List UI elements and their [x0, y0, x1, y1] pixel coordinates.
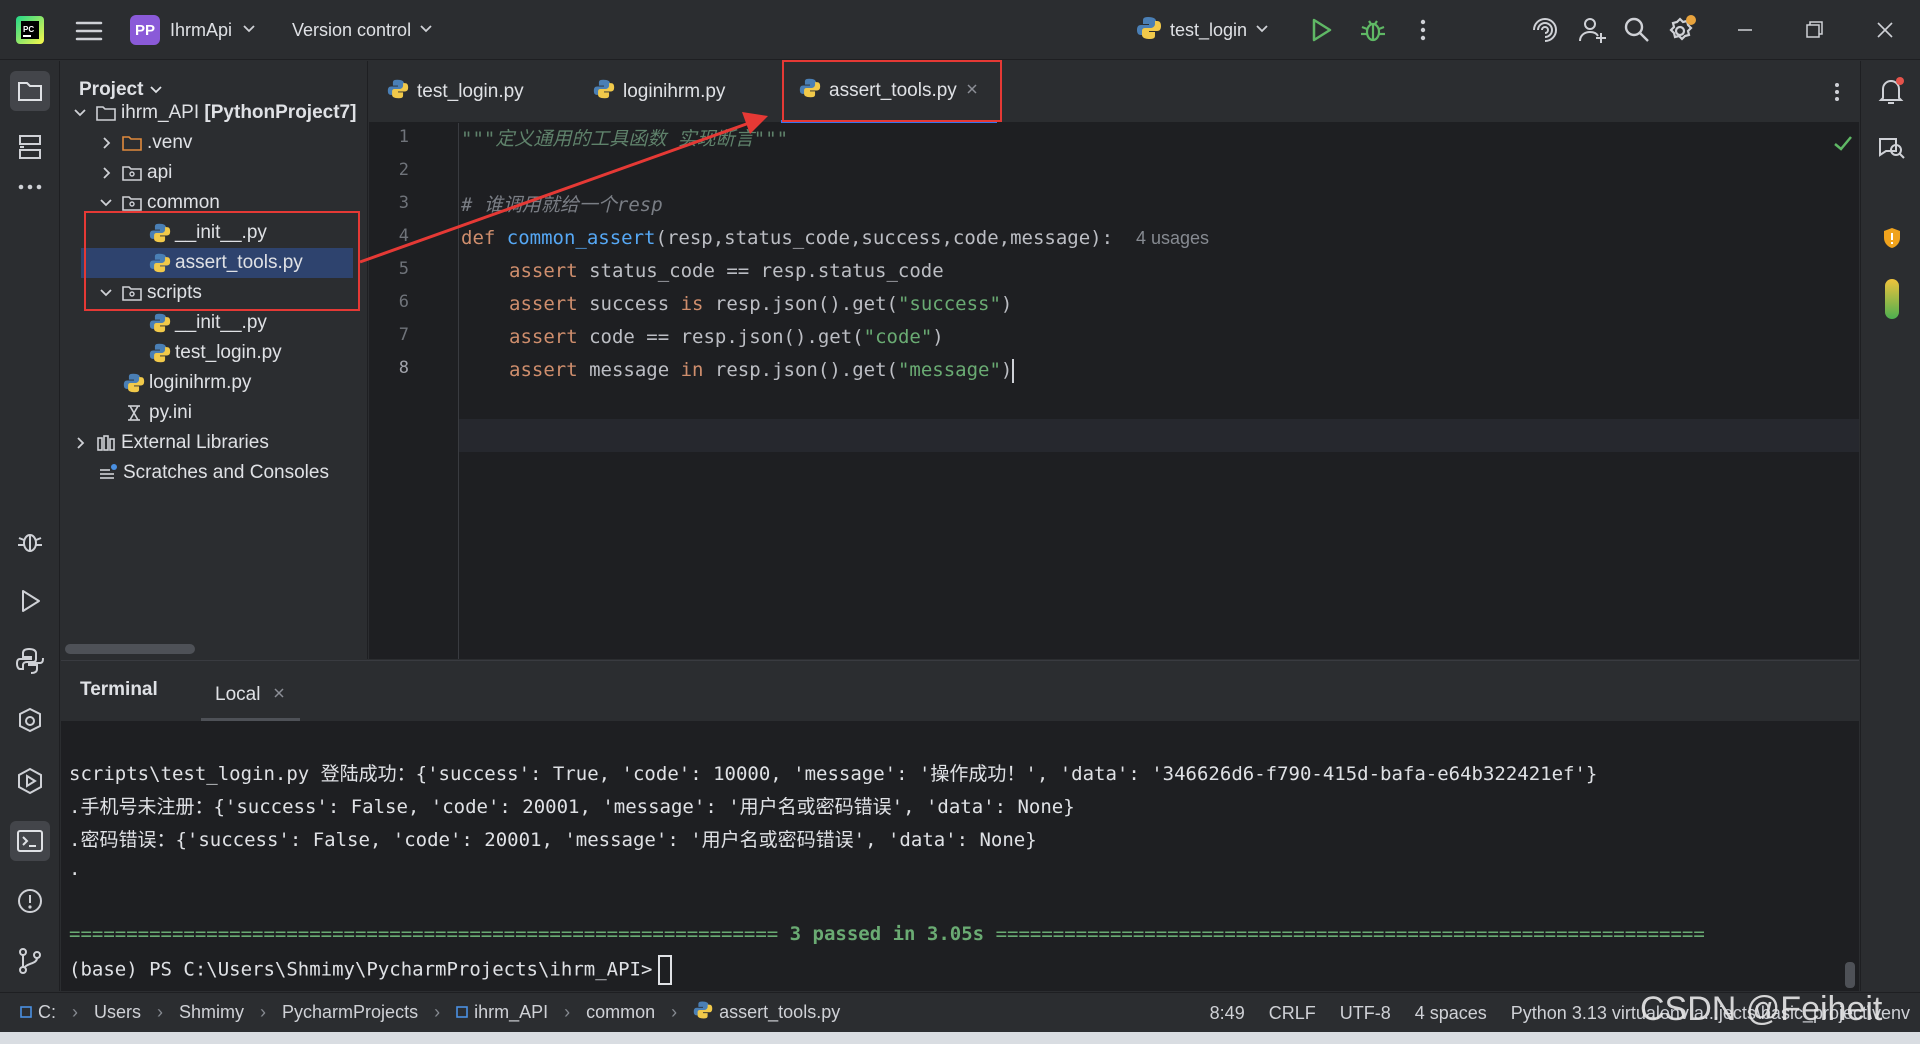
watermark-text: CSDN @Feiheit — [1640, 990, 1883, 1028]
annotation-arrow-icon — [359, 112, 768, 264]
